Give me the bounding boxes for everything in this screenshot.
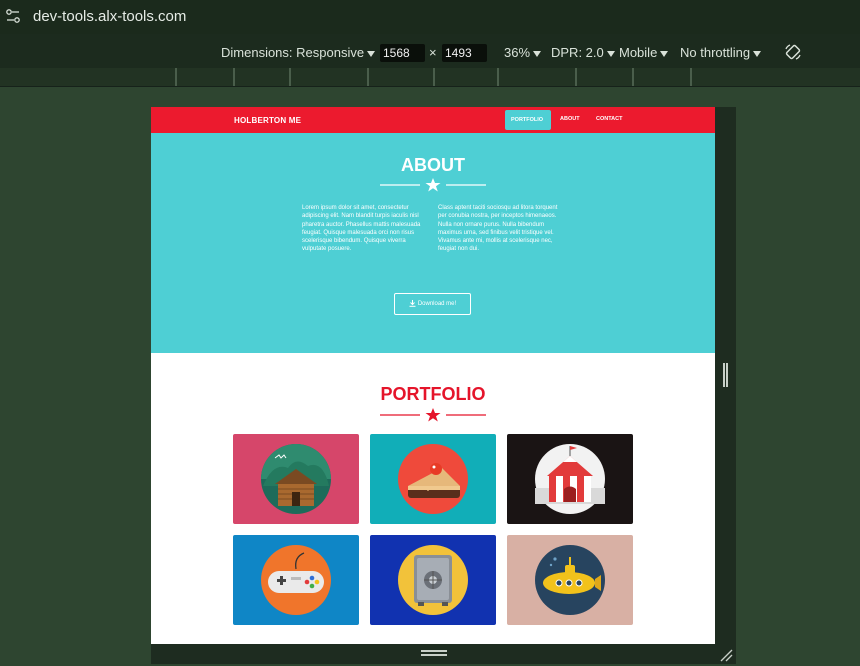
portfolio-tile-cake[interactable]	[370, 434, 496, 524]
download-button-label: Download me!	[417, 301, 457, 307]
portfolio-tile-cabin[interactable]	[233, 434, 359, 524]
chevron-down-icon	[533, 50, 542, 57]
portfolio-tile-controller[interactable]	[233, 535, 359, 625]
about-title: ABOUT	[401, 155, 465, 175]
submarine-icon	[535, 545, 605, 615]
emulated-viewport: HOLBERTON ME PORTFOLIO ABOUT CONTACT ABO…	[151, 107, 715, 644]
width-input[interactable]: 1568	[380, 44, 425, 62]
device-type-label: Mobile	[619, 45, 658, 60]
ruler-tick	[575, 68, 577, 86]
about-text-left: Lorem ipsum dolor sit amet, consectetur …	[302, 205, 421, 253]
chevron-down-icon	[606, 50, 615, 57]
ruler-tick	[289, 68, 291, 86]
ruler-tick	[497, 68, 499, 86]
game-controller-icon	[261, 545, 331, 615]
throttling-label: No throttling	[680, 45, 751, 60]
circus-tent-icon	[535, 444, 605, 514]
about-section: ABOUT Lorem ipsum dolor sit amet, consec…	[151, 133, 715, 353]
download-icon	[409, 299, 416, 307]
ruler-tick	[233, 68, 235, 86]
safe-icon	[398, 545, 468, 615]
download-button[interactable]: Download me!	[394, 293, 471, 315]
throttling-dropdown[interactable]: No throttling	[680, 45, 762, 60]
address-bar: dev-tools.alx-tools.com	[0, 0, 860, 34]
portfolio-section: PORTFOLIO	[151, 353, 715, 644]
ruler-tick	[433, 68, 435, 86]
site-settings-icon[interactable]	[4, 7, 22, 25]
chevron-down-icon	[367, 50, 376, 57]
ruler-tick	[690, 68, 692, 86]
cake-icon	[398, 444, 468, 514]
viewport-right-resizer[interactable]	[715, 107, 736, 644]
about-text-right: Class aptent taciti sociosqu ad litora t…	[438, 205, 558, 253]
portfolio-tile-circus[interactable]	[507, 434, 633, 524]
chevron-down-icon	[660, 50, 669, 57]
nav-contact[interactable]: CONTACT	[596, 116, 622, 122]
portfolio-tile-submarine[interactable]	[507, 535, 633, 625]
corner-resize-icon[interactable]	[719, 648, 733, 662]
viewport-bottom-resizer[interactable]	[151, 644, 736, 664]
portfolio-tile-safe[interactable]	[370, 535, 496, 625]
dpr-label: DPR: 2.0	[551, 45, 604, 60]
portfolio-title: PORTFOLIO	[380, 384, 486, 404]
height-input[interactable]: 1493	[442, 44, 487, 62]
rotate-icon[interactable]	[784, 43, 802, 61]
dimensions-dropdown[interactable]: Dimensions: Responsive	[221, 45, 376, 60]
site-navbar: HOLBERTON ME PORTFOLIO ABOUT CONTACT	[151, 107, 715, 133]
nav-portfolio[interactable]: PORTFOLIO	[505, 110, 551, 130]
ruler-tick	[632, 68, 634, 86]
chevron-down-icon	[753, 50, 762, 57]
star-divider-icon	[380, 408, 486, 422]
ruler-tick	[367, 68, 369, 86]
device-type-dropdown[interactable]: Mobile	[619, 45, 669, 60]
nav-portfolio-label: PORTFOLIO	[511, 117, 544, 123]
url-text[interactable]: dev-tools.alx-tools.com	[33, 8, 186, 25]
site-brand[interactable]: HOLBERTON ME	[234, 116, 301, 125]
star-divider-icon	[380, 178, 486, 192]
cabin-icon	[261, 444, 331, 514]
dimension-separator: ×	[429, 45, 437, 60]
ruler-tick	[175, 68, 177, 86]
zoom-dropdown[interactable]: 36%	[504, 45, 542, 60]
nav-about[interactable]: ABOUT	[560, 116, 580, 122]
media-query-ruler	[0, 68, 860, 87]
zoom-label: 36%	[504, 45, 531, 60]
dpr-dropdown[interactable]: DPR: 2.0	[551, 45, 615, 60]
dimensions-label: Dimensions: Responsive	[221, 45, 365, 60]
